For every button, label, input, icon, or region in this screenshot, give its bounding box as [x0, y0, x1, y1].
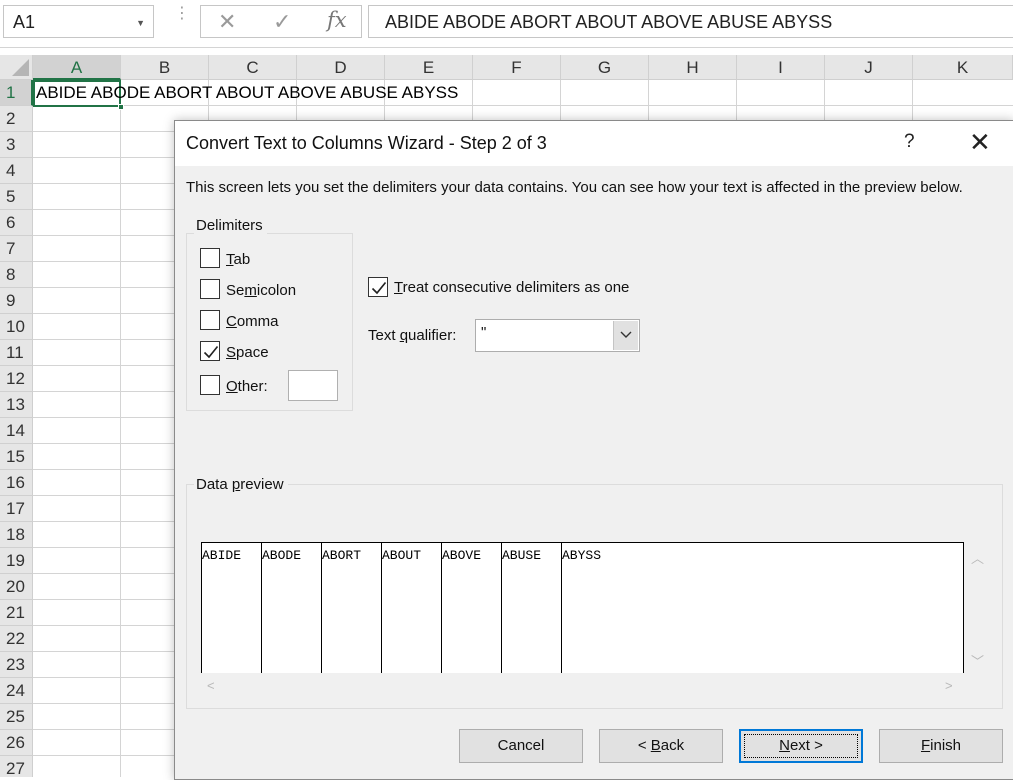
scroll-down-icon[interactable]: ﹀ [971, 651, 984, 670]
preview-column-2[interactable]: ABODE [262, 548, 301, 563]
scroll-left-icon[interactable]: < [207, 678, 215, 693]
comma-label[interactable]: Comma [226, 313, 279, 330]
text-qualifier-label: Text qualifier: [368, 327, 457, 344]
row-header-14[interactable]: 14 [0, 418, 33, 444]
comma-checkbox[interactable] [200, 310, 220, 330]
preview-column-3[interactable]: ABORT [322, 548, 361, 563]
formula-text: ABIDE ABODE ABORT ABOUT ABOVE ABUSE ABYS… [385, 12, 833, 32]
space-checkbox[interactable] [200, 341, 220, 361]
row-header-27[interactable]: 27 [0, 756, 33, 777]
scroll-right-icon[interactable]: > [945, 678, 953, 693]
space-label[interactable]: Space [226, 344, 269, 361]
checkmark-icon [371, 281, 387, 295]
row-header-23[interactable]: 23 [0, 652, 33, 678]
row-header-11[interactable]: 11 [0, 340, 33, 366]
formula-bar: A1 ▼ ⋮ ✕ ✓ fx ABIDE ABODE ABORT ABOUT AB… [0, 0, 1013, 48]
tab-checkbox[interactable] [200, 248, 220, 268]
text-qualifier-value: " [481, 324, 487, 341]
chevron-down-icon[interactable]: ▼ [136, 18, 145, 28]
insert-function-icon[interactable]: fx [327, 8, 347, 32]
semicolon-checkbox[interactable] [200, 279, 220, 299]
formula-buttons: ✕ ✓ fx [200, 5, 362, 38]
row-header-24[interactable]: 24 [0, 678, 33, 704]
row-header-15[interactable]: 15 [0, 444, 33, 470]
back-button[interactable]: < Back [599, 729, 723, 763]
row-header-20[interactable]: 20 [0, 574, 33, 600]
formula-input[interactable]: ABIDE ABODE ABORT ABOUT ABOVE ABUSE ABYS… [368, 5, 1013, 38]
column-header-e[interactable]: E [385, 55, 473, 80]
row-header-17[interactable]: 17 [0, 496, 33, 522]
row-gridline [33, 105, 1013, 106]
row-header-6[interactable]: 6 [0, 210, 33, 236]
name-box[interactable]: A1 ▼ [3, 5, 154, 38]
consecutive-delimiters-checkbox[interactable] [368, 277, 388, 297]
column-header-h[interactable]: H [649, 55, 737, 80]
close-icon[interactable]: ✕ [969, 127, 991, 157]
text-qualifier-select[interactable]: " [475, 319, 640, 352]
preview-column-4[interactable]: ABOUT [382, 548, 421, 563]
row-header-12[interactable]: 12 [0, 366, 33, 392]
delimiters-label: Delimiters [194, 217, 267, 234]
row-header-19[interactable]: 19 [0, 548, 33, 574]
dialog-title: Convert Text to Columns Wizard - Step 2 … [186, 133, 547, 153]
cancel-entry-icon[interactable]: ✕ [218, 9, 236, 35]
checkmark-icon [203, 345, 219, 359]
semicolon-label[interactable]: Semicolon [226, 282, 296, 299]
column-header-j[interactable]: J [825, 55, 913, 80]
column-header-d[interactable]: D [297, 55, 385, 80]
row-header-10[interactable]: 10 [0, 314, 33, 340]
dialog-description: This screen lets you set the delimiters … [186, 179, 963, 196]
help-icon[interactable]: ? [904, 131, 915, 153]
other-label[interactable]: Other: [226, 378, 268, 395]
preview-column-7[interactable]: ABYSS [562, 548, 601, 563]
column-header-a[interactable]: A [33, 55, 121, 80]
row-header-7[interactable]: 7 [0, 236, 33, 262]
consecutive-delimiters-label[interactable]: Treat consecutive delimiters as one [394, 279, 629, 296]
scroll-up-icon[interactable]: ︿ [971, 548, 984, 567]
dialog-titlebar: Convert Text to Columns Wizard - Step 2 … [175, 121, 1013, 166]
row-header-5[interactable]: 5 [0, 184, 33, 210]
row-header-8[interactable]: 8 [0, 262, 33, 288]
select-all-button[interactable] [0, 55, 33, 80]
row-header-16[interactable]: 16 [0, 470, 33, 496]
row-header-18[interactable]: 18 [0, 522, 33, 548]
column-header-g[interactable]: G [561, 55, 649, 80]
next-button[interactable]: Next > [739, 729, 863, 763]
preview-column-6[interactable]: ABUSE [502, 548, 541, 563]
chevron-down-icon [620, 331, 632, 338]
cell-a1-value: ABIDE ABODE ABORT ABOUT ABOVE ABUSE ABYS… [36, 83, 459, 102]
column-header-f[interactable]: F [473, 55, 561, 80]
column-header-b[interactable]: B [121, 55, 209, 80]
fill-handle[interactable] [118, 104, 124, 110]
row-header-22[interactable]: 22 [0, 626, 33, 652]
preview-column-1[interactable]: ABIDE [202, 548, 241, 563]
column-header-c[interactable]: C [209, 55, 297, 80]
row-header-25[interactable]: 25 [0, 704, 33, 730]
column-header-i[interactable]: I [737, 55, 825, 80]
row-header-26[interactable]: 26 [0, 730, 33, 756]
row-header-1[interactable]: 1 [0, 80, 33, 106]
text-to-columns-dialog: Convert Text to Columns Wizard - Step 2 … [174, 120, 1013, 780]
row-header-21[interactable]: 21 [0, 600, 33, 626]
row-header-9[interactable]: 9 [0, 288, 33, 314]
row-header-2[interactable]: 2 [0, 106, 33, 132]
row-header-13[interactable]: 13 [0, 392, 33, 418]
column-gridline [120, 80, 121, 777]
name-box-value: A1 [13, 12, 36, 32]
tab-label[interactable]: Tab [226, 251, 250, 268]
data-preview-table: ABIDE ABODE ABORT ABOUT ABOVE ABUSE ABYSS [201, 542, 964, 673]
data-preview-label: Data preview [194, 476, 288, 493]
row-header-4[interactable]: 4 [0, 158, 33, 184]
more-options-icon: ⋮ [174, 5, 190, 22]
preview-column-5[interactable]: ABOVE [442, 548, 481, 563]
dropdown-button[interactable] [613, 321, 638, 350]
confirm-entry-icon[interactable]: ✓ [273, 9, 291, 35]
column-header-k[interactable]: K [913, 55, 1013, 80]
other-delimiter-input[interactable] [288, 370, 338, 401]
other-checkbox[interactable] [200, 375, 220, 395]
cancel-button[interactable]: Cancel [459, 729, 583, 763]
row-header-3[interactable]: 3 [0, 132, 33, 158]
finish-button[interactable]: Finish [879, 729, 1003, 763]
